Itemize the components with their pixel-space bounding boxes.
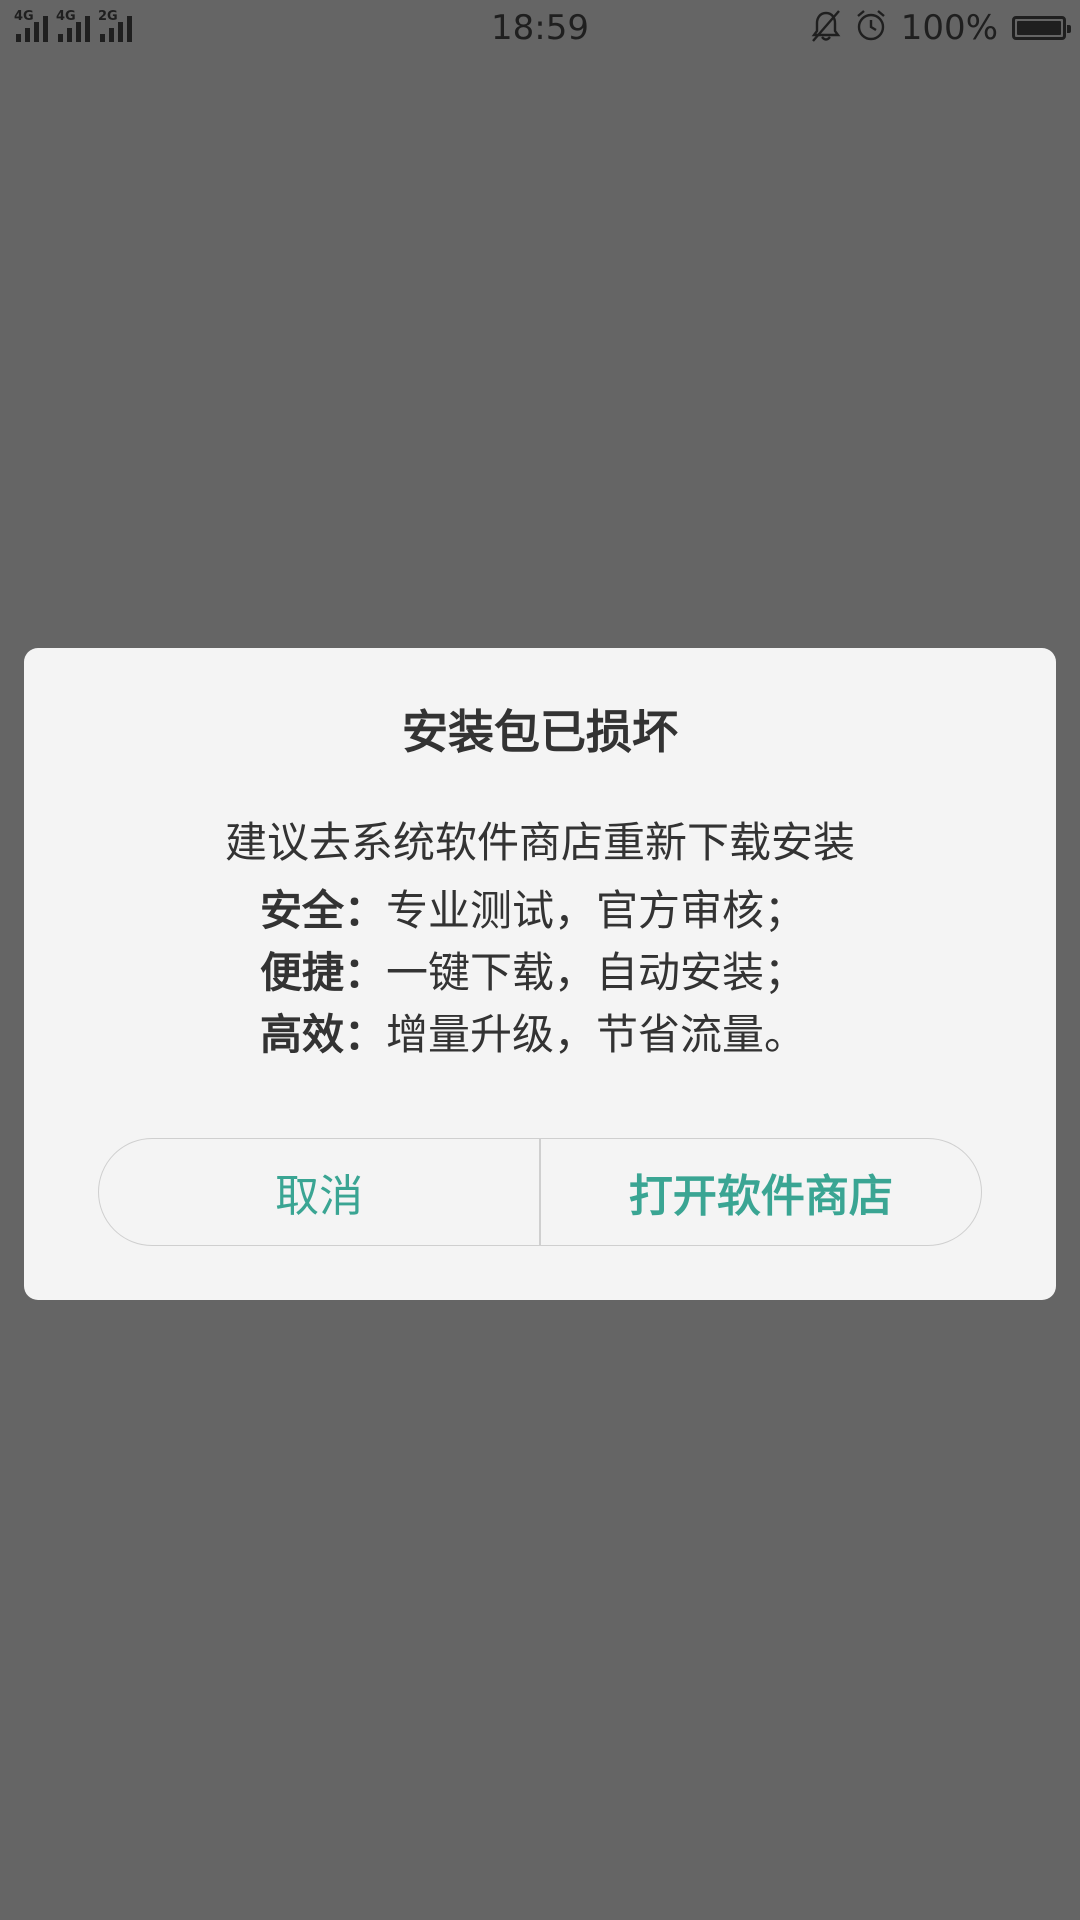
- cancel-button[interactable]: 取消: [99, 1139, 539, 1245]
- feature-text: 增量升级，节省流量。: [386, 1010, 807, 1059]
- feature-label: 便捷：: [260, 948, 387, 997]
- battery-tip: [1067, 25, 1071, 33]
- dialog-title: 安装包已损坏: [402, 705, 678, 759]
- dialog-message: 建议去系统软件商店重新下载安装: [224, 818, 855, 867]
- battery-percent: 100%: [900, 8, 998, 48]
- bell-off-icon: [811, 9, 841, 47]
- feature-list: 安全：专业测试，官方审核； 便捷：一键下载，自动安装； 高效：增量升级，节省流量…: [260, 880, 806, 1066]
- feature-label: 高效：: [260, 1010, 387, 1059]
- feature-item: 便捷：一键下载，自动安装；: [260, 942, 806, 1004]
- feature-item: 安全：专业测试，官方审核；: [260, 880, 806, 942]
- alarm-clock-icon: [855, 9, 887, 47]
- dialog-button-group: 取消 打开软件商店: [98, 1138, 982, 1246]
- open-store-button[interactable]: 打开软件商店: [541, 1139, 981, 1245]
- battery-fill: [1017, 21, 1061, 35]
- status-bar: 4G 4G 2G 18:59 100%: [0, 0, 1080, 56]
- battery-icon: [1012, 16, 1071, 40]
- status-right: 100%: [811, 8, 1071, 48]
- feature-text: 专业测试，官方审核；: [386, 886, 807, 935]
- feature-label: 安全：: [260, 886, 387, 935]
- package-damaged-dialog: 安装包已损坏 建议去系统软件商店重新下载安装 安全：专业测试，官方审核； 便捷：…: [24, 648, 1056, 1300]
- feature-item: 高效：增量升级，节省流量。: [260, 1004, 806, 1066]
- feature-text: 一键下载，自动安装；: [386, 948, 807, 997]
